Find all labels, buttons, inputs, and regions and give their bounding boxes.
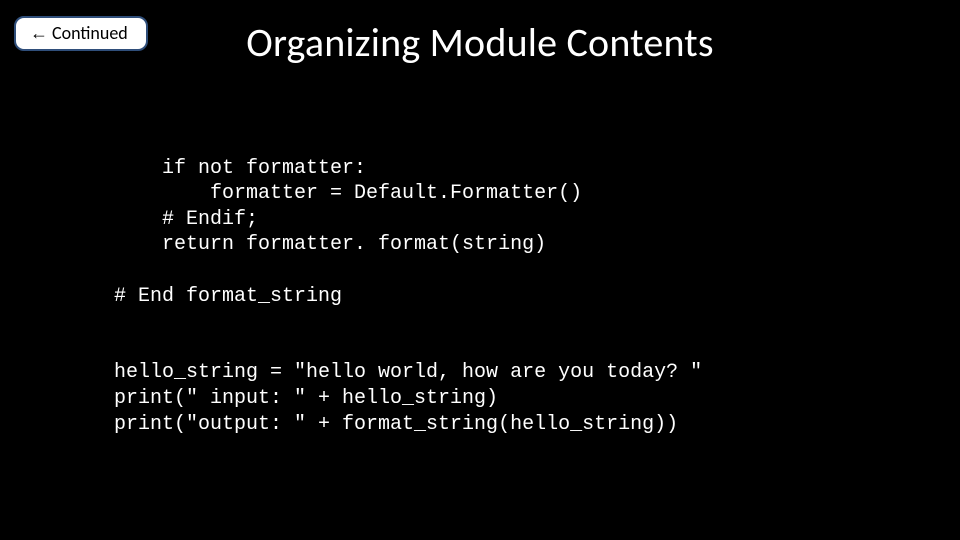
slide-title: Organizing Module Contents — [0, 18, 960, 67]
code-line: print("output: " + format_string(hello_s… — [114, 413, 678, 436]
code-line: hello_string = "hello world, how are you… — [114, 361, 702, 384]
code-line: if not formatter: — [114, 157, 366, 180]
code-line: formatter = Default.Formatter() — [114, 182, 582, 205]
code-line: print(" input: " + hello_string) — [114, 387, 498, 410]
code-block: if not formatter: formatter = Default.Fo… — [114, 130, 702, 437]
code-line: # Endif; — [114, 208, 258, 231]
code-line: return formatter. format(string) — [114, 233, 546, 256]
code-line: # End format_string — [114, 285, 342, 308]
